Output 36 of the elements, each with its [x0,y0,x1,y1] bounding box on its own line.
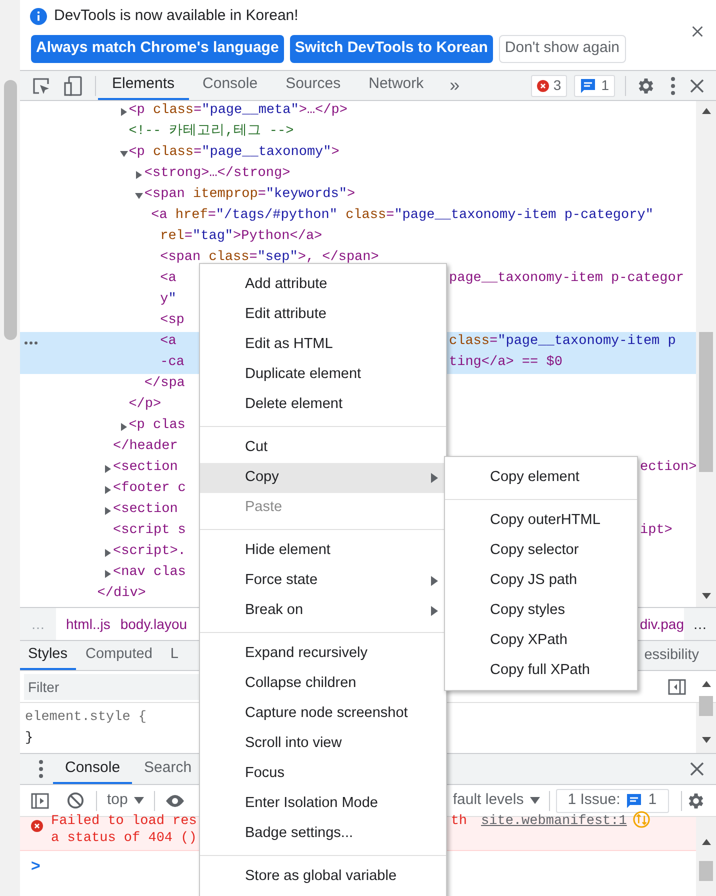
error-message: th [450,813,468,830]
code-line: <a [160,270,176,288]
code-line: <p class="page__taxonomy"> [128,144,340,162]
style-rule-selector: element.style { [25,709,147,727]
code-line: page__taxonomy-item p-categor [449,271,684,286]
code-line: <!-- 카테고리,테그 --> [128,122,294,142]
code-line: rel="tag">Python</a> [160,228,322,246]
code-line: ting</a> == $0 [449,355,562,370]
code-line: <script s [113,522,186,540]
code-line: <script>. [113,543,186,562]
code-line: <p clas [128,417,186,436]
code-line: <a [160,333,176,352]
code-line: <p class="page__meta">…</p> [128,102,348,120]
code-line: <a href="/tags/#python" class="page__taxonomy-item p-category" [151,207,654,226]
code-line: <strong>…</strong> [144,165,290,184]
error-message: Failed to load res [51,813,197,830]
code-line: </div> [97,585,146,604]
code-line: <span itemprop="keywords"> [144,186,356,204]
code-line: </spa [144,375,185,394]
code-line: <section [113,459,178,478]
code-line: ipt> [640,523,672,538]
code-line: <footer c [113,480,186,498]
error-message: a status of 404 () [51,830,197,847]
code-line: <section [113,501,178,520]
style-rule-brace: } [25,730,34,748]
code-line: -ca [160,354,184,372]
code-line: y" [160,291,176,310]
infobar-message: DevTools is now available in Korean! [54,6,298,26]
code-line: </header [113,438,178,456]
code-line: <span class="sep">, </span> [160,249,379,268]
code-line: class="page__taxonomy-item p [449,334,676,350]
code-line: <nav clas [113,564,186,582]
code-line: <sp [160,312,184,330]
code-line: ection> [640,460,697,476]
code-line: </p> [128,396,162,414]
console-prompt: > [31,858,40,875]
